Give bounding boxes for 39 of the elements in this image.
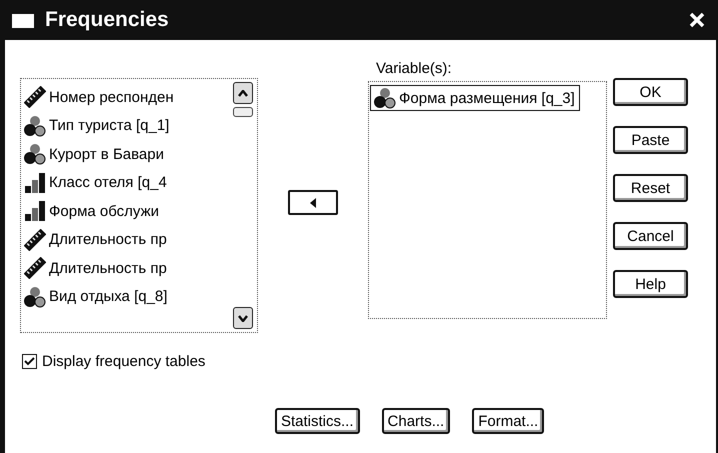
move-button[interactable] [288,190,338,215]
circles-icon [24,286,46,308]
variable-item[interactable]: Вид отдыха [q_8] [24,282,233,311]
dialog-button[interactable]: Paste [613,126,688,154]
scroll-thumb[interactable] [233,107,253,117]
variable-item[interactable]: Длительность пр [24,254,233,282]
dialog-button[interactable]: Format... [472,408,544,434]
window-title: Frequencies [45,8,169,32]
arrow-left-icon [309,198,317,208]
variable-item[interactable]: Форма обслужи [24,197,233,226]
dialog-button[interactable]: Reset [613,174,688,202]
window-icon [11,11,35,29]
selected-variables-list[interactable]: Форма размещения [q_3] [368,81,607,319]
dialog-button[interactable]: Statistics... [275,408,360,434]
bar-chart-icon [24,200,46,222]
variable-item[interactable]: Класс отеля [q_4 [24,168,233,197]
close-icon[interactable] [688,11,706,29]
bar-chart-icon [24,172,46,194]
variable-list[interactable]: Номер респонден Тип туриста [q_1] Курорт в Бавари Класс отеля [q_4 Форма обслужи Длительность пр Длительность пр Вид отдыха [q_8] [20,78,258,333]
dialog-button[interactable]: Charts... [382,408,450,434]
variable-item[interactable]: Длительность пр [24,226,233,254]
circles-icon [24,143,46,166]
variable-item[interactable]: Тип туриста [q_1] [24,112,233,140]
variables-label: Variable(s): [375,60,453,77]
checkbox-label: Display frequency tables [42,353,206,370]
variable-item[interactable]: Номер респонден [24,83,233,112]
dialog-button[interactable]: Help [613,270,688,298]
circles-icon [24,114,46,137]
variable-item[interactable]: Курорт в Бавари [24,140,233,168]
checkbox[interactable] [22,354,37,369]
caret-icon [238,314,248,322]
circles-icon [374,87,396,109]
scroll-down-button[interactable] [233,307,253,329]
caret-icon [238,90,248,96]
variable-item[interactable]: Форма размещения [q_3] [370,85,580,111]
dialog-button[interactable]: OK [613,78,688,106]
scroll-up-button[interactable] [233,82,253,104]
dialog-button[interactable]: Cancel [613,222,688,250]
check-icon [24,357,35,366]
